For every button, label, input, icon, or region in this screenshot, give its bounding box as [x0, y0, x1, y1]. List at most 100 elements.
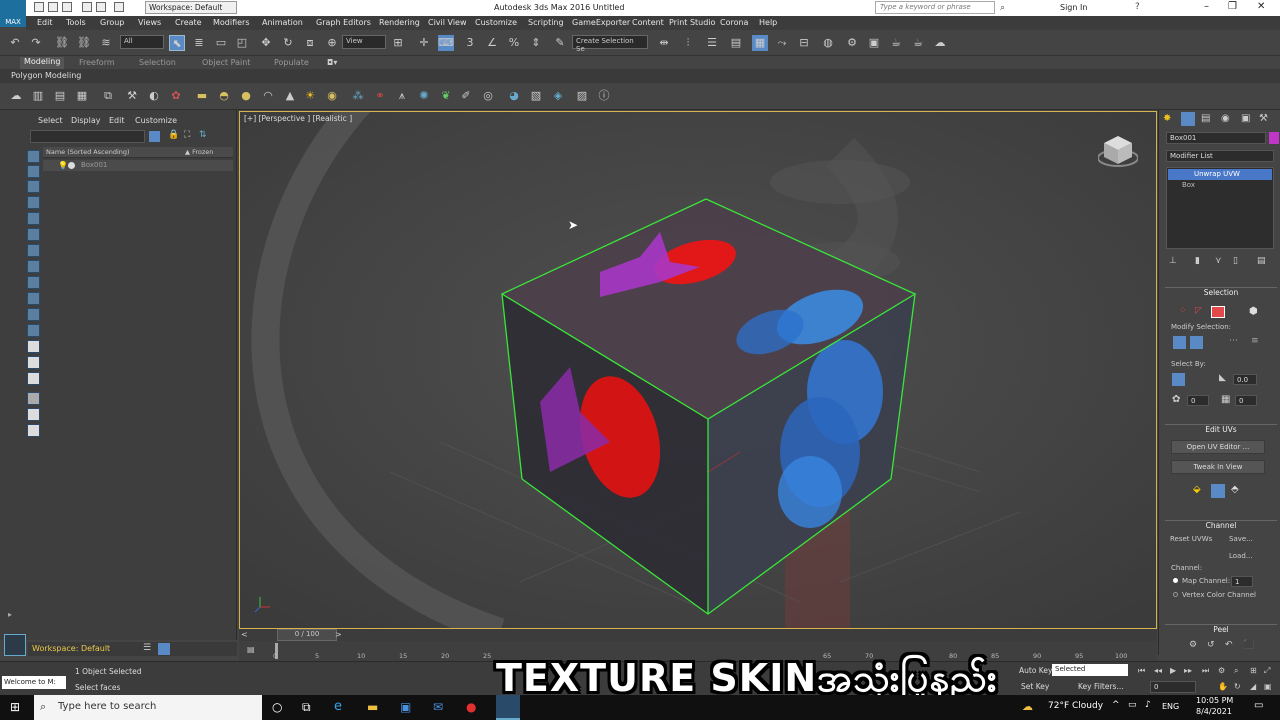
3dsmax-taskbar-icon[interactable] — [496, 695, 520, 720]
align-icon[interactable]: ⫶ — [680, 35, 696, 51]
play-icon[interactable]: ▶ — [1170, 666, 1176, 675]
brush-icon[interactable]: ✐ — [458, 88, 474, 104]
corona-icon[interactable]: ◈ — [550, 88, 566, 104]
display-geometry-icon[interactable] — [27, 165, 40, 178]
motion-tab-icon[interactable]: ◉ — [1221, 113, 1230, 124]
checker-icon[interactable]: ▦ — [1221, 394, 1230, 405]
windows-start-icon[interactable]: ⊞ — [10, 700, 20, 714]
auto-key-button[interactable]: Auto Key — [1019, 666, 1052, 675]
render-setup-icon[interactable]: ⚙ — [844, 35, 860, 51]
menu-print-studio[interactable]: Print Studio — [669, 18, 715, 27]
bind-space-warp-icon[interactable]: ≋ — [98, 35, 114, 51]
display-cameras-icon[interactable] — [27, 212, 40, 225]
frame-buffer-icon[interactable]: ▨ — [574, 88, 590, 104]
edge-select-icon[interactable]: ◸ — [1195, 306, 1202, 316]
explorer-tab-select[interactable]: Select — [38, 116, 63, 125]
explorer-tab-display[interactable]: Display — [71, 116, 101, 125]
display-bones-icon[interactable] — [27, 292, 40, 305]
next-frame-icon[interactable]: ▸▸ — [1184, 666, 1192, 675]
channel-rollout[interactable]: Channel — [1165, 520, 1277, 531]
sun-light-icon[interactable]: ☀ — [302, 88, 318, 104]
rectangular-selection-icon[interactable]: ▭ — [213, 35, 229, 51]
hierarchy-icon[interactable]: ⛶ — [184, 130, 190, 140]
render-sphere-icon[interactable]: ◕ — [506, 88, 522, 104]
reaction-manager-icon[interactable]: ✿ — [168, 88, 184, 104]
angle-value-field[interactable]: 0.0 — [1233, 374, 1257, 385]
go-to-end-icon[interactable]: ⏭ — [1202, 666, 1209, 676]
help-circle-icon[interactable]: ⓘ — [596, 88, 612, 104]
display-selected-icon[interactable] — [27, 372, 40, 385]
angle-snap-icon[interactable]: ∠ — [484, 35, 500, 51]
tray-chevron-icon[interactable]: ^ — [1112, 700, 1120, 710]
clock-date[interactable]: 8/4/2021 — [1196, 707, 1232, 716]
vertex-color-channel-radio[interactable] — [1173, 592, 1178, 597]
explorer-expand-icon[interactable]: ▸ — [8, 610, 12, 619]
keyboard-shortcut-override-icon[interactable]: ⌨ — [438, 35, 454, 51]
move-icon[interactable]: ✥ — [258, 35, 274, 51]
container-icon[interactable]: ☁ — [8, 88, 24, 104]
mask-icon[interactable]: ◎ — [480, 88, 496, 104]
options-icon[interactable] — [27, 424, 40, 437]
schematic-view-icon[interactable]: ⊟ — [796, 35, 812, 51]
peel-mode-icon[interactable]: ⚙ — [1189, 640, 1197, 650]
save-button[interactable]: Save... — [1229, 535, 1253, 543]
file-explorer-icon[interactable]: ▬ — [367, 700, 378, 714]
table-row[interactable]: 💡 Box001 — [43, 160, 233, 171]
menu-edit[interactable]: Edit — [37, 18, 53, 27]
app-logo-icon[interactable]: MAX — [0, 0, 26, 27]
select-by-name-icon[interactable]: ≣ — [191, 35, 207, 51]
time-config-icon[interactable]: ⚙ — [1218, 666, 1225, 675]
material-editor-icon[interactable]: ◍ — [820, 35, 836, 51]
orbit-icon[interactable]: ↻ — [1234, 682, 1241, 691]
edit-named-selection-icon[interactable]: ✎ — [552, 35, 568, 51]
link-constraint-icon[interactable]: ⚭ — [372, 88, 388, 104]
polygon-modeling-label[interactable]: Polygon Modeling — [11, 71, 81, 80]
display-shapes-icon[interactable] — [27, 180, 40, 193]
ribbon-options-icon[interactable]: ◘▾ — [327, 58, 337, 67]
helpers-icon[interactable]: ◐ — [146, 88, 162, 104]
display-all-icon[interactable] — [27, 150, 40, 163]
named-selection-set-dropdown[interactable]: Create Selection Se — [572, 35, 648, 53]
plant-icon[interactable]: ❦ — [438, 88, 454, 104]
graphite-tools-icon[interactable]: ▦ — [752, 35, 768, 51]
edge-browser-icon[interactable]: e — [334, 699, 342, 714]
select-by-angle-icon[interactable]: ◣ — [1219, 373, 1226, 383]
explorer-search-input[interactable] — [30, 130, 145, 143]
ring-icon[interactable]: ≡ — [1251, 336, 1259, 346]
zoom-all-icon[interactable]: ⊞ — [1250, 666, 1257, 675]
peel-pin-icon[interactable]: ↶ — [1225, 640, 1233, 650]
sort-icon[interactable]: ⇅ — [199, 130, 207, 140]
paint-select-icon[interactable]: ✿ — [1172, 394, 1180, 405]
taskbar-search-input[interactable]: ⌕ Type here to search — [34, 695, 262, 720]
mini-curve-editor-icon[interactable]: ▤ — [247, 645, 255, 654]
help-icon[interactable]: ? — [1135, 2, 1140, 12]
render-iterative-icon[interactable]: ☕ — [910, 35, 926, 51]
pin-stack-icon[interactable]: ⊥ — [1169, 256, 1177, 266]
spinner-snap-icon[interactable]: ⇕ — [528, 35, 544, 51]
redo-icon[interactable] — [96, 2, 106, 12]
layers-icon[interactable]: ☰ — [143, 643, 151, 653]
reset-uvws-button[interactable]: Reset UVWs — [1170, 535, 1212, 543]
show-end-result-icon[interactable]: ▮ — [1195, 256, 1200, 266]
close-icon[interactable]: ✕ — [1257, 1, 1265, 12]
toggle-ribbon-icon[interactable]: ▤ — [728, 35, 744, 51]
minimize-icon[interactable]: – — [1204, 1, 1209, 12]
peel-stamp-icon[interactable]: ⬛ — [1243, 640, 1254, 650]
menu-create[interactable]: Create — [175, 18, 202, 27]
element-select-icon[interactable]: ⬢ — [1249, 306, 1258, 317]
clock-time[interactable]: 10:05 PM — [1196, 696, 1233, 705]
scene-states-icon[interactable]: ▥ — [30, 88, 46, 104]
make-unique-icon[interactable]: ⋎ — [1215, 256, 1222, 266]
render-production-icon[interactable]: ☕ — [888, 35, 904, 51]
menu-tools[interactable]: Tools — [66, 18, 86, 27]
grow-selection-icon[interactable] — [1173, 336, 1186, 349]
stack-item-unwrap-uvw[interactable]: Unwrap UVW — [1168, 169, 1272, 180]
dome-icon[interactable]: ◓ — [216, 88, 232, 104]
create-tab-icon[interactable]: ✸ — [1163, 113, 1171, 124]
redo-icon[interactable]: ↷ — [28, 35, 44, 51]
explorer-tab-edit[interactable]: Edit — [109, 116, 125, 125]
store-icon[interactable]: ▣ — [400, 700, 411, 714]
display-containers-icon[interactable] — [27, 308, 40, 321]
tab-freeform[interactable]: Freeform — [79, 58, 115, 67]
recorder-icon[interactable]: ● — [466, 700, 476, 714]
